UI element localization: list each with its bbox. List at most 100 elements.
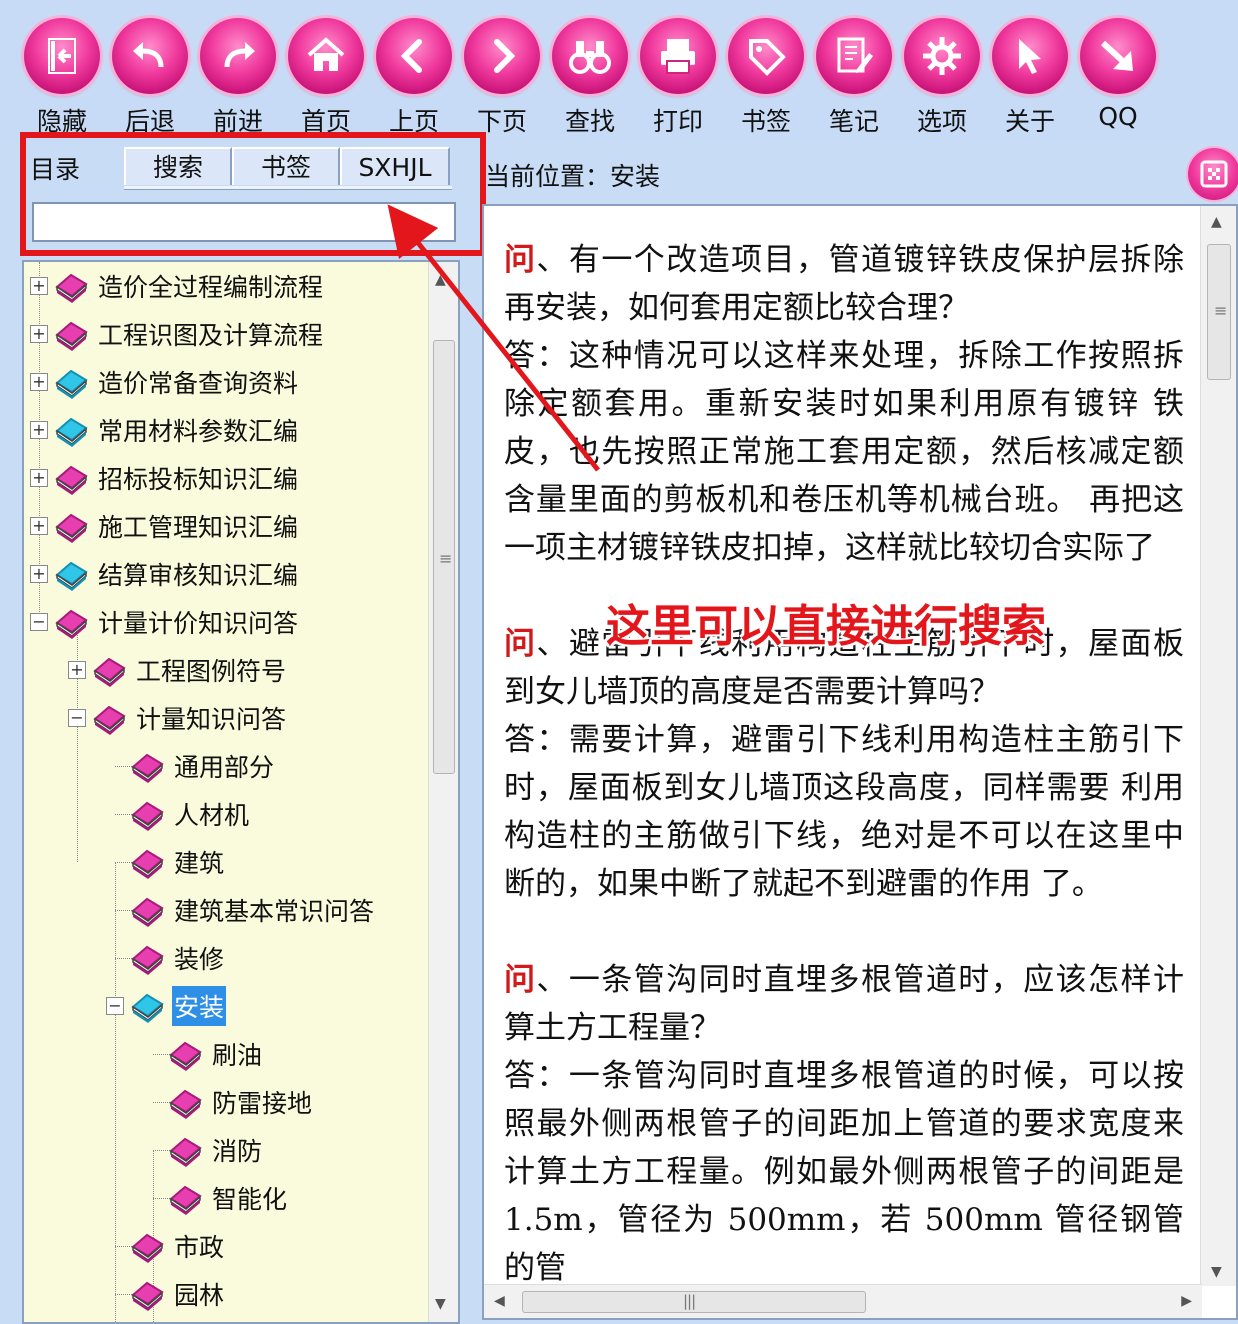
tree-item[interactable]: 防雷接地 <box>144 1080 314 1124</box>
tab-bookmark[interactable]: 书签 <box>232 147 340 185</box>
tree-item[interactable]: 消防 <box>144 1128 264 1172</box>
grip-icon: ≡ <box>1214 301 1228 320</box>
toolbar-button-circle <box>112 18 188 94</box>
book-icon <box>55 609 88 639</box>
book-icon <box>93 657 126 687</box>
tree-item[interactable]: 智能化 <box>144 1176 289 1220</box>
tab-catalog[interactable]: 目录 <box>30 150 80 186</box>
collapse-icon[interactable]: − <box>30 613 48 631</box>
expand-icon[interactable]: + <box>30 373 48 391</box>
tree-item[interactable]: + 常用材料参数汇编 <box>30 408 300 452</box>
tree-view: + 造价全过程编制流程 + 工程识图及计算流程 + 造价常备查询资料 + 常用材料参数汇编 + 招… <box>22 260 460 1324</box>
tree-item[interactable]: + 结算审核知识汇编 <box>30 552 300 596</box>
content-vertical-scrollbar-thumb[interactable]: ≡ <box>1207 244 1231 380</box>
content-vertical-scrollbar[interactable]: ▲ ≡ ▼ <box>1200 206 1236 1286</box>
book-icon <box>131 849 164 879</box>
expand-icon[interactable]: + <box>30 565 48 583</box>
prev-page-icon <box>400 39 422 73</box>
toolbar-button-prev-page[interactable]: 上页 <box>374 14 454 140</box>
toolbar-button-label: 后退 <box>124 107 175 136</box>
scroll-left-arrow-icon[interactable]: ◀ <box>494 1293 505 1309</box>
toolbar-button-home[interactable]: 首页 <box>286 14 366 140</box>
tree-item-label: 智能化 <box>212 1185 288 1214</box>
tree-item[interactable]: + 施工管理知识汇编 <box>30 504 300 548</box>
tree-item[interactable]: + 工程识图及计算流程 <box>30 312 325 356</box>
toolbar-button-label: 首页 <box>300 107 351 136</box>
tree-scrollbar[interactable]: ▲ ≡ ▼ <box>428 262 458 1322</box>
book-icon <box>131 801 164 831</box>
tree-item[interactable]: − 计量计价知识问答 <box>30 600 300 644</box>
book-icon <box>169 1089 202 1119</box>
tree-scrollbar-thumb[interactable]: ≡ <box>433 340 455 774</box>
content-horizontal-scrollbar[interactable]: ◀ ||| ▶ <box>484 1284 1202 1318</box>
grip-icon: ≡ <box>439 549 453 568</box>
toolbar-button-binoculars[interactable]: 查找 <box>550 14 630 140</box>
toolbar-button-forward[interactable]: 前进 <box>198 14 278 140</box>
expand-icon[interactable]: + <box>30 469 48 487</box>
location-label: 当前位置： <box>485 162 611 191</box>
toolbar-button-notes[interactable]: 笔记 <box>814 14 894 140</box>
toolbar-button-back[interactable]: 后退 <box>110 14 190 140</box>
tree-item[interactable]: 建筑基本常识问答 <box>106 888 376 932</box>
expand-icon[interactable]: + <box>68 661 86 679</box>
tree-item[interactable]: 人材机 <box>106 792 251 836</box>
book-icon <box>131 993 164 1023</box>
tree-item[interactable]: 园林 <box>106 1272 226 1316</box>
tab-search[interactable]: 搜索 <box>124 147 232 185</box>
expand-icon[interactable]: + <box>30 277 48 295</box>
tree-item-label: 工程图例符号 <box>136 657 287 686</box>
toolbar-button-qq-arrow[interactable]: QQ <box>1078 14 1158 140</box>
tree-item[interactable]: 通用部分 <box>106 744 276 788</box>
book-icon <box>131 897 164 927</box>
tree-item[interactable]: + 造价全过程编制流程 <box>30 264 325 308</box>
tree-item[interactable]: 建筑 <box>106 840 226 884</box>
close-button[interactable] <box>1188 148 1238 200</box>
answer-text: 答：需要计算，避雷引下线利用构造柱主筋引下时，屋面板到女儿墙顶这段高度，同样需要… <box>504 722 1184 902</box>
scroll-down-arrow-icon[interactable]: ▼ <box>435 1296 446 1312</box>
toolbar-button-cursor[interactable]: 关于 <box>990 14 1070 140</box>
toolbar-button-circle <box>904 18 980 94</box>
book-icon <box>131 1233 164 1263</box>
tree-item-label: 装修 <box>174 945 225 974</box>
scroll-right-arrow-icon[interactable]: ▶ <box>1181 1293 1192 1309</box>
question: 问、有一个改造项目，管道镀锌铁皮保护层拆除再安装，如何套用定额比较合理？ <box>504 236 1184 332</box>
expand-icon[interactable]: + <box>30 421 48 439</box>
toolbar-button-label: 打印 <box>652 107 703 136</box>
tree-item[interactable]: 装修 <box>106 936 226 980</box>
toolbar-button-next-page[interactable]: 下页 <box>462 14 542 140</box>
tree-item-label: 计量计价知识问答 <box>98 609 299 638</box>
toolbar-button-circle <box>1080 18 1156 94</box>
scroll-up-arrow-icon[interactable]: ▲ <box>435 272 446 288</box>
tree-item[interactable]: 市政 <box>106 1224 226 1268</box>
toolbar-button-label: 查找 <box>564 107 615 136</box>
toolbar-button-label: 笔记 <box>828 107 879 136</box>
tree-item[interactable]: + 工程图例符号 <box>68 648 288 692</box>
toolbar-button-printer[interactable]: 打印 <box>638 14 718 140</box>
tree-item[interactable]: − 计量知识问答 <box>68 696 288 740</box>
tree-item-label: 通用部分 <box>174 753 275 782</box>
answer-text: 答：这种情况可以这样来处理，拆除工作按照拆除定额套用。重新安装时如果利用原有镀锌… <box>504 338 1184 566</box>
navigation-panel: 目录 搜索 书签 SXHJL + 造价全过程编制流程 + 工程识图及计算流程 + 造价常备… <box>18 132 486 1324</box>
tab-sxhjl[interactable]: SXHJL <box>340 147 450 185</box>
tree-item[interactable]: + 招标投标知识汇编 <box>30 456 300 500</box>
scroll-up-arrow-icon[interactable]: ▲ <box>1211 214 1222 230</box>
collapse-icon[interactable]: − <box>106 997 124 1015</box>
content-horizontal-scrollbar-thumb[interactable]: ||| <box>522 1291 866 1313</box>
toolbar-button-bookmark-tag[interactable]: 书签 <box>726 14 806 140</box>
expand-icon[interactable]: + <box>30 517 48 535</box>
tree-item[interactable]: + 造价常备查询资料 <box>30 360 300 404</box>
close-grid-icon <box>1200 160 1228 188</box>
search-input[interactable] <box>32 202 456 242</box>
scroll-down-arrow-icon[interactable]: ▼ <box>1211 1264 1222 1280</box>
qq-arrow-icon <box>1100 40 1133 71</box>
expand-icon[interactable]: + <box>30 325 48 343</box>
toolbar-button-gear[interactable]: 选项 <box>902 14 982 140</box>
tree-item-label: 防雷接地 <box>212 1089 313 1118</box>
book-icon <box>55 561 88 591</box>
cursor-icon <box>1019 39 1041 74</box>
tree-item[interactable]: − 安装 <box>106 984 227 1028</box>
tree-item-label: 计量知识问答 <box>136 705 287 734</box>
toolbar-button-hide[interactable]: 隐藏 <box>22 14 102 140</box>
tree-item[interactable]: 刷油 <box>144 1032 264 1076</box>
collapse-icon[interactable]: − <box>68 709 86 727</box>
